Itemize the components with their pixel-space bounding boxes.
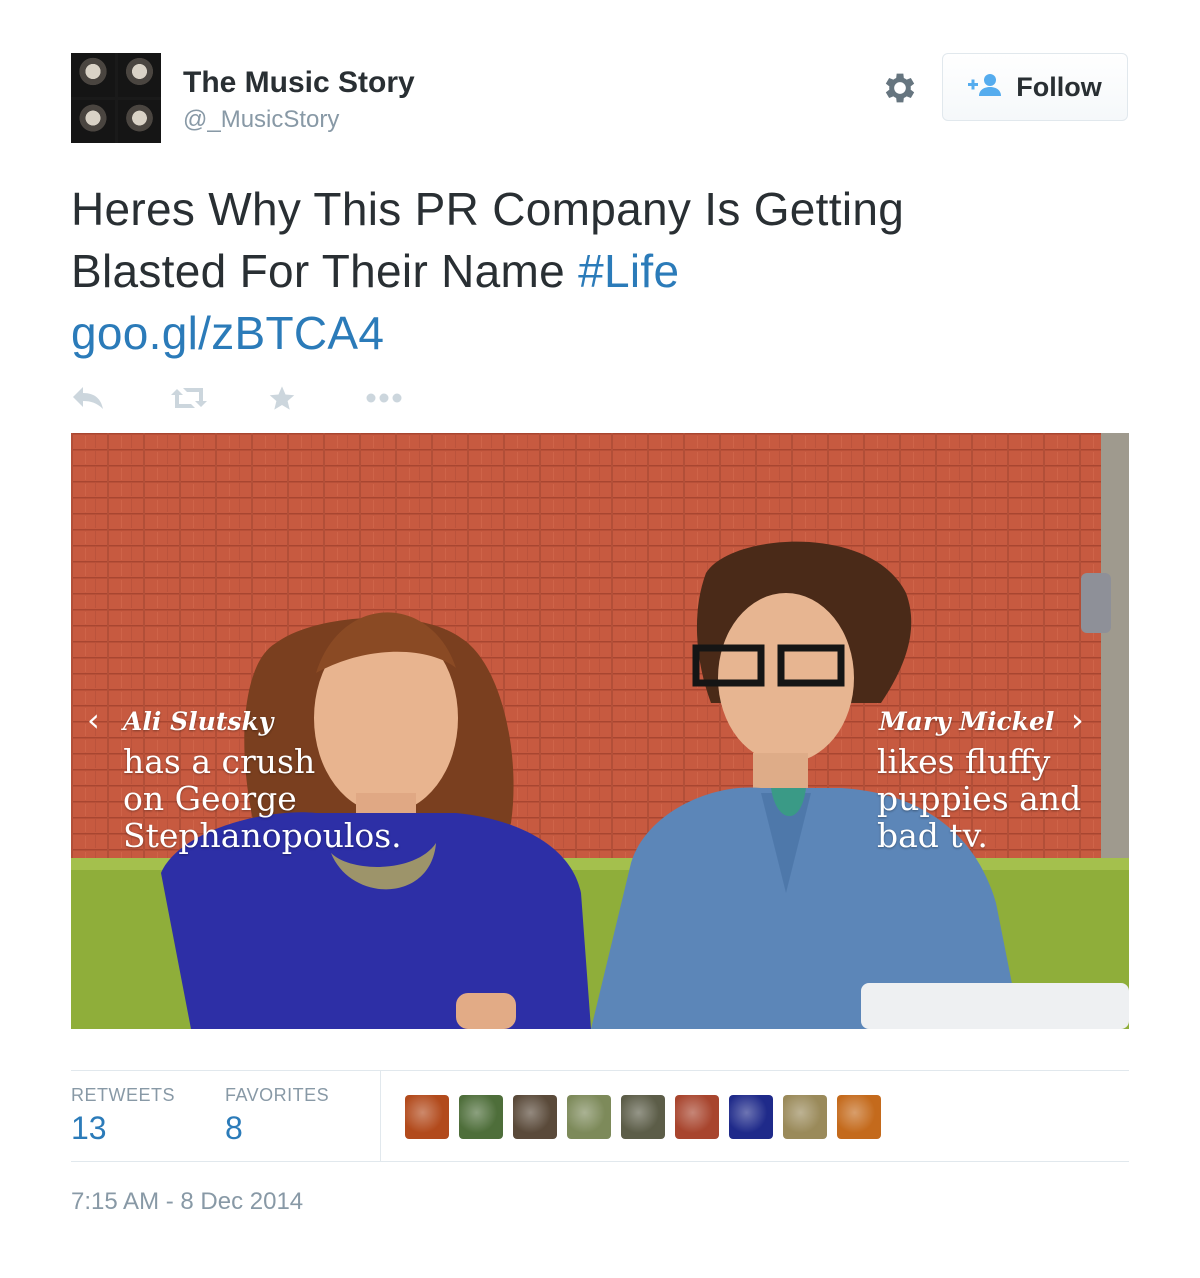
favorite-star-icon[interactable] (267, 378, 365, 418)
photo-next-arrow[interactable]: › (1071, 701, 1084, 739)
left-caption-name: Ali Slutsky (123, 707, 274, 736)
favoriter-avatar[interactable] (729, 1095, 773, 1139)
favoriter-avatar[interactable] (675, 1095, 719, 1139)
tweet-text-line1: Heres Why This PR Company Is Getting (71, 183, 905, 235)
right-caption-name: Mary Mickel (879, 707, 1055, 736)
tweet-photo[interactable]: ‹ Ali Slutsky has a crush on George Step… (71, 433, 1129, 1029)
reply-icon[interactable] (71, 378, 169, 418)
user-name[interactable]: The Music Story (183, 66, 415, 100)
favoriter-avatar[interactable] (459, 1095, 503, 1139)
favoriter-avatar[interactable] (783, 1095, 827, 1139)
favoriter-avatar[interactable] (621, 1095, 665, 1139)
retweet-icon[interactable] (169, 378, 267, 418)
right-caption-line: likes fluffy (877, 742, 1051, 781)
retweets-label: RETWEETS (71, 1085, 176, 1105)
tweet-stats: RETWEETS 13 FAVORITES 8 (71, 1070, 1129, 1162)
avatar-tile (117, 99, 161, 143)
favoriter-avatar[interactable] (837, 1095, 881, 1139)
left-caption-desc: has a crush on George Stephanopoulos. (123, 743, 402, 854)
stats-divider (380, 1071, 381, 1161)
retweets-stat[interactable]: RETWEETS 13 (71, 1085, 175, 1147)
left-caption-line: has a crush (123, 742, 316, 781)
photo-prev-arrow[interactable]: ‹ (87, 701, 100, 739)
follow-person-icon (968, 73, 1002, 102)
follow-label: Follow (1016, 71, 1102, 102)
follow-button[interactable]: Follow (942, 53, 1128, 121)
favoriter-avatars (405, 1095, 881, 1139)
right-caption-line: bad tv. (877, 816, 988, 855)
favorites-count: 8 (225, 1110, 243, 1146)
more-icon[interactable] (365, 378, 463, 418)
favorites-stat[interactable]: FAVORITES 8 (225, 1085, 329, 1147)
tweet-url-link[interactable]: goo.gl/zBTCA4 (71, 302, 1131, 364)
tweet-timestamp[interactable]: 7:15 AM - 8 Dec 2014 (71, 1188, 303, 1216)
tweet-actions (71, 378, 463, 418)
gear-icon[interactable] (880, 68, 920, 108)
avatar-tile (117, 53, 161, 97)
user-handle[interactable]: @_MusicStory (183, 106, 339, 134)
tweet-text-line2: Blasted For Their Name (71, 245, 579, 297)
favoriter-avatar[interactable] (567, 1095, 611, 1139)
avatar-tile (71, 99, 115, 143)
tweet-text: Heres Why This PR Company Is Getting Bla… (71, 178, 1131, 364)
retweets-count: 13 (71, 1110, 107, 1146)
right-caption-desc: likes fluffy puppies and bad tv. (877, 743, 1081, 854)
left-caption-line: on George (123, 779, 297, 818)
favoriter-avatar[interactable] (405, 1095, 449, 1139)
favoriter-avatar[interactable] (513, 1095, 557, 1139)
avatar-tile (71, 53, 115, 97)
left-caption-line: Stephanopoulos. (123, 816, 402, 855)
favorites-label: FAVORITES (225, 1085, 330, 1105)
profile-avatar[interactable] (71, 53, 161, 143)
right-caption-line: puppies and (877, 779, 1082, 818)
hashtag-link[interactable]: #Life (578, 245, 679, 297)
